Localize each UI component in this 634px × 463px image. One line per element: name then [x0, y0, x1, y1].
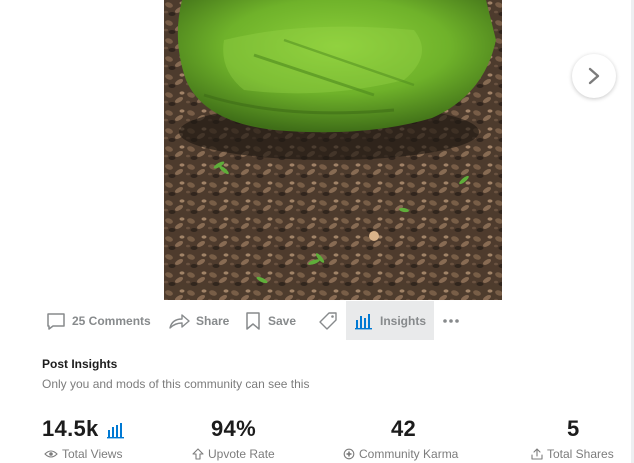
insights-button[interactable]: Insights: [346, 301, 434, 340]
bar-chart-icon: [106, 421, 126, 439]
upvote-icon: [192, 448, 204, 460]
community-karma-label: Community Karma: [359, 447, 459, 461]
total-views-label: Total Views: [62, 447, 123, 461]
upvote-rate-label-row: Upvote Rate: [192, 447, 275, 461]
share-button[interactable]: Share: [160, 301, 236, 340]
bookmark-icon: [244, 311, 262, 331]
next-image-button[interactable]: [572, 54, 616, 98]
total-shares-value: 5: [567, 416, 580, 441]
more-options-button[interactable]: [434, 301, 468, 340]
views-chart-button[interactable]: [106, 421, 126, 439]
total-views-label-row: Total Views: [44, 447, 122, 461]
eye-icon: [44, 449, 58, 459]
comment-icon: [46, 311, 66, 331]
community-karma-value: 42: [391, 416, 417, 441]
insights-title: Post Insights: [42, 357, 118, 371]
total-shares-label-row: Total Shares: [531, 447, 614, 461]
tag-icon: [318, 311, 338, 331]
total-shares-label: Total Shares: [547, 447, 614, 461]
comments-label: 25 Comments: [72, 313, 151, 328]
upvote-rate-value: 94%: [211, 416, 256, 441]
insights-label: Insights: [380, 313, 427, 328]
share-label: Share: [196, 313, 230, 328]
save-button[interactable]: Save: [236, 301, 310, 340]
post-action-bar: 25 Comments Share Save Insights: [38, 301, 468, 340]
post-page: 25 Comments Share Save Insights Post Ins…: [0, 0, 634, 463]
save-label: Save: [268, 313, 297, 328]
total-views-value: 14.5k: [42, 416, 99, 441]
share-icon: [531, 448, 543, 460]
more-horizontal-icon: [442, 318, 460, 324]
comments-button[interactable]: 25 Comments: [38, 301, 160, 340]
insights-subtitle: Only you and mods of this community can …: [42, 377, 310, 391]
bar-chart-icon: [354, 312, 374, 330]
karma-icon: [343, 448, 355, 460]
upvote-rate-label: Upvote Rate: [208, 447, 275, 461]
post-image[interactable]: [164, 0, 502, 300]
share-icon: [168, 311, 190, 331]
community-karma-label-row: Community Karma: [343, 447, 458, 461]
tag-button[interactable]: [310, 301, 346, 340]
chevron-right-icon: [586, 67, 602, 85]
